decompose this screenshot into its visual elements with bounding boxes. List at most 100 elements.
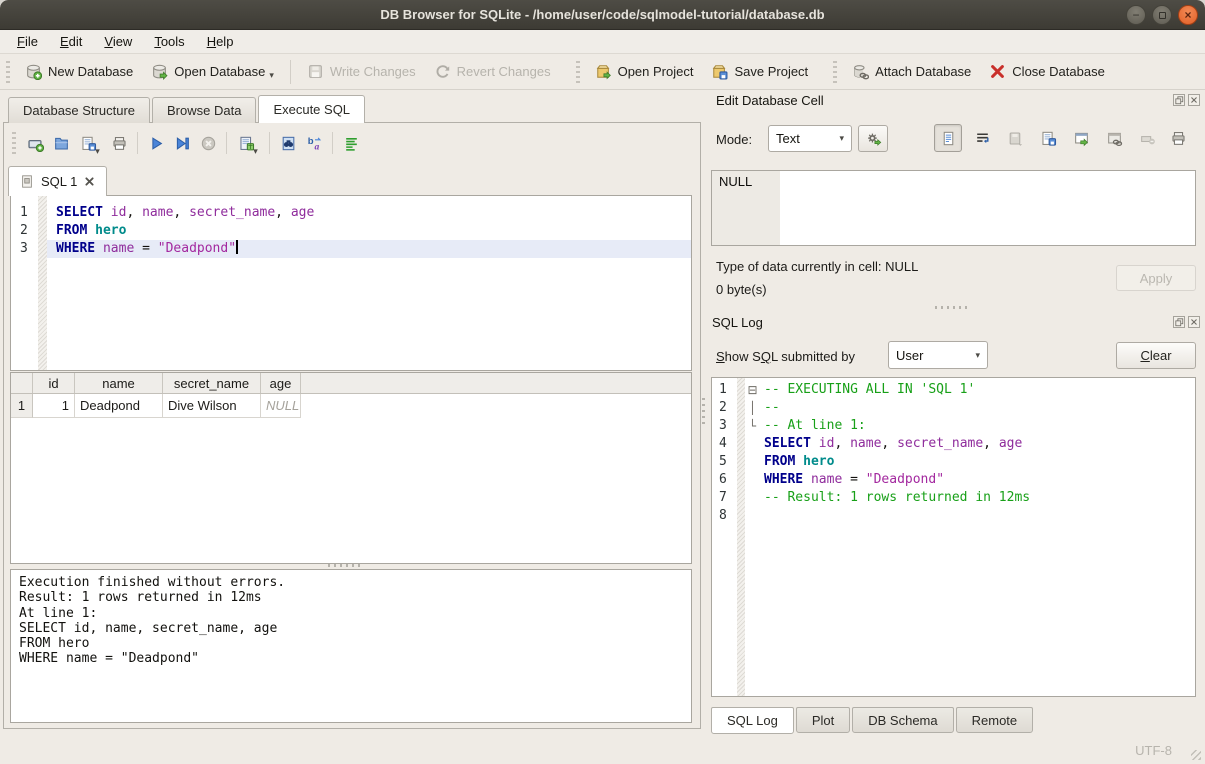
svg-text:a: a [314,141,319,152]
open-project-button[interactable]: Open Project [586,59,703,84]
sql-toolbar-separator [332,132,333,154]
maximize-button[interactable] [1152,5,1172,25]
mode-select[interactable]: Text ▾ [768,125,852,152]
execute-all-button[interactable] [143,130,169,156]
word-wrap-button[interactable] [968,124,996,152]
close-tab-icon[interactable] [84,176,95,187]
dock-splitter[interactable] [935,306,969,309]
apply-button[interactable]: Apply [1116,265,1196,291]
minimize-button[interactable]: − [1126,5,1146,25]
auto-format-button[interactable] [338,130,364,156]
sql-file-icon [20,174,34,189]
attach-database-button[interactable]: Attach Database [843,59,980,84]
titlebar[interactable]: DB Browser for SQLite - /home/user/code/… [0,0,1205,30]
menu-file[interactable]: File [6,32,49,51]
close-dock-icon[interactable] [1188,94,1200,106]
column-header-id[interactable]: id [33,373,75,393]
toolbar-separator [290,60,291,84]
menubar: File Edit View Tools Help [0,30,1205,54]
close-dock-icon[interactable] [1188,316,1200,328]
toolbar-drag-handle[interactable] [6,61,10,83]
results-table: id name secret_name age 1 1 Deadpond Div… [10,372,692,564]
new-sql-tab-icon [27,135,44,152]
open-sql-file-icon [53,135,70,152]
tab-sql-log[interactable]: SQL Log [711,707,794,734]
log-filter-select[interactable]: User ▾ [888,341,988,369]
corner-header[interactable] [11,373,33,393]
cell-id[interactable]: 1 [33,394,75,418]
row-header[interactable]: 1 [11,394,33,418]
write-changes-button[interactable]: Write Changes [298,59,425,84]
vertical-splitter[interactable] [702,398,705,428]
save-cell-button[interactable] [1034,124,1062,152]
float-dock-icon[interactable] [1173,316,1185,328]
export-cell-button[interactable] [1067,124,1095,152]
menu-tools[interactable]: Tools [143,32,195,51]
stop-execution-button[interactable] [195,130,221,156]
find-button[interactable] [275,130,301,156]
chevron-down-icon: ▾ [839,133,844,144]
column-header-age[interactable]: age [261,373,301,393]
open-external-button[interactable] [1100,124,1128,152]
cell-name[interactable]: Deadpond [75,394,163,418]
toolbar-drag-handle[interactable] [576,61,580,83]
save-sql-file-button[interactable]: ▾ [74,130,106,156]
menu-edit[interactable]: Edit [49,32,93,51]
revert-changes-button[interactable]: Revert Changes [425,59,560,84]
cell-value-editor[interactable]: NULL [711,170,1196,246]
edit-cell-dock-buttons [1173,94,1200,106]
save-results-button[interactable]: ▾ [232,130,264,156]
execute-current-line-button[interactable] [169,130,195,156]
cell-size-info: 0 byte(s) [716,282,767,297]
sql-tab[interactable]: SQL 1 [8,166,107,196]
new-database-button[interactable]: New Database [16,59,142,84]
horizontal-splitter[interactable] [328,564,362,567]
sql-log-dock-buttons [1173,316,1200,328]
sql-tab-bar: SQL 1 [8,166,107,196]
cell-age[interactable]: NULL [261,394,301,418]
toolbar-drag-handle[interactable] [833,61,837,83]
save-results-dropdown[interactable]: ▾ [253,147,258,156]
cell-secret-name[interactable]: Dive Wilson [163,394,261,418]
open-project-icon [595,63,612,80]
replace-button[interactable]: ba [301,130,327,156]
open-sql-file-button[interactable] [48,130,74,156]
set-null-button[interactable] [1133,124,1161,152]
text-mode-button[interactable] [934,124,962,152]
tab-db-schema[interactable]: DB Schema [852,707,953,733]
save-project-button[interactable]: Save Project [702,59,817,84]
tab-database-structure[interactable]: Database Structure [8,97,150,123]
menu-view[interactable]: View [93,32,143,51]
close-button[interactable]: × [1178,5,1198,25]
column-header-name[interactable]: name [75,373,163,393]
tab-execute-sql[interactable]: Execute SQL [258,95,365,123]
word-wrap-icon [974,130,991,147]
print-sql-button[interactable] [106,130,132,156]
dock-tab-bar: SQL Log Plot DB Schema Remote [711,707,1035,734]
clear-log-button[interactable]: Clear [1116,342,1196,369]
main-toolbar: New Database Open Database ▾ Write Chang… [0,54,1205,90]
import-cell-button[interactable] [1001,124,1029,152]
save-sql-dropdown[interactable]: ▾ [95,147,100,156]
new-database-icon [25,63,42,80]
tab-browse-data[interactable]: Browse Data [152,97,256,123]
close-database-button[interactable]: Close Database [980,59,1114,84]
column-header-secret-name[interactable]: secret_name [163,373,261,393]
open-database-button[interactable]: Open Database ▾ [142,59,283,84]
print-icon [1170,130,1187,147]
sql-toolbar-drag-handle[interactable] [12,132,16,154]
execution-message-box[interactable]: Execution finished without errors. Resul… [10,569,692,723]
tab-remote[interactable]: Remote [956,707,1034,733]
apply-format-button[interactable] [858,125,888,152]
menu-help[interactable]: Help [196,32,245,51]
sql-log-view[interactable]: 1⊟-- EXECUTING ALL IN 'SQL 1'2│--3└-- At… [711,377,1196,697]
encoding-indicator[interactable]: UTF-8 [1135,743,1172,758]
new-sql-tab-button[interactable] [22,130,48,156]
resize-grip[interactable] [1191,750,1201,760]
tab-plot[interactable]: Plot [796,707,850,733]
sql-editor[interactable]: 1SELECT id, name, secret_name, age2FROM … [10,195,692,371]
print-cell-button[interactable] [1164,124,1192,152]
open-database-dropdown[interactable]: ▾ [269,71,274,80]
float-dock-icon[interactable] [1173,94,1185,106]
find-icon [280,135,297,152]
